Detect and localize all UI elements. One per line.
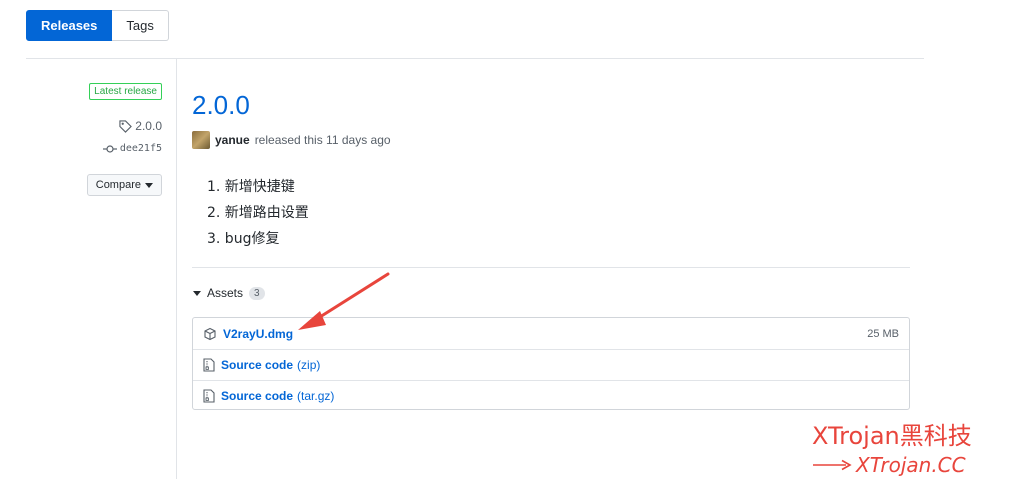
top-divider bbox=[26, 58, 924, 59]
release-tag-text: 2.0.0 bbox=[135, 119, 162, 133]
assets-label: Assets bbox=[207, 286, 244, 300]
asset-link[interactable]: V2rayU.dmg bbox=[223, 327, 293, 341]
tab-releases[interactable]: Releases bbox=[26, 10, 113, 41]
package-icon bbox=[204, 327, 216, 340]
asset-suffix: (tar.gz) bbox=[297, 389, 335, 403]
tab-tags[interactable]: Tags bbox=[112, 10, 169, 41]
release-note-item: 3. bug修复 bbox=[207, 231, 280, 247]
arrow-right-icon bbox=[813, 459, 852, 471]
chevron-down-icon bbox=[145, 182, 153, 188]
notes-divider bbox=[192, 267, 910, 268]
compare-button[interactable]: Compare bbox=[86, 174, 162, 196]
release-title[interactable]: 2.0.0 bbox=[192, 90, 250, 121]
assets-toggle[interactable]: Assets 3 bbox=[193, 286, 265, 300]
release-tag-link[interactable]: 2.0.0 bbox=[119, 119, 162, 133]
compare-label: Compare bbox=[95, 179, 141, 191]
author-link[interactable]: yanue bbox=[215, 133, 250, 147]
release-commit-text: dee21f5 bbox=[119, 143, 162, 154]
release-commit-link[interactable]: dee21f5 bbox=[102, 143, 162, 154]
watermark-url-line: XTrojan.CC bbox=[812, 453, 972, 477]
watermark-url: XTrojan.CC bbox=[856, 453, 966, 477]
commit-icon bbox=[102, 144, 117, 153]
watermark: XTrojan黑科技 XTrojan.CC bbox=[812, 416, 972, 477]
asset-suffix: (zip) bbox=[297, 358, 321, 372]
file-zip-icon bbox=[203, 389, 215, 403]
latest-release-badge: Latest release bbox=[89, 83, 162, 100]
asset-row[interactable]: Source code (zip) bbox=[193, 349, 909, 380]
annotation-arrow-icon bbox=[298, 272, 390, 330]
release-author-line: yanue released this 11 days ago bbox=[192, 131, 391, 149]
release-note-item: 1. 新增快捷键 bbox=[207, 179, 295, 195]
tag-icon bbox=[119, 119, 133, 133]
asset-size: 25 MB bbox=[867, 327, 899, 340]
release-notes: 1. 新增快捷键 2. 新增路由设置 3. bug修复 bbox=[207, 176, 309, 254]
asset-row[interactable]: Source code (tar.gz) bbox=[193, 380, 909, 411]
release-note-item: 2. 新增路由设置 bbox=[207, 205, 309, 221]
file-zip-icon bbox=[203, 358, 215, 372]
releases-tabnav: Releases Tags bbox=[26, 10, 169, 41]
caret-down-icon bbox=[193, 290, 201, 296]
sidebar-divider bbox=[176, 59, 177, 479]
released-text: released this 11 days ago bbox=[254, 133, 391, 147]
asset-link[interactable]: Source code bbox=[221, 358, 293, 372]
assets-count-badge: 3 bbox=[249, 286, 265, 300]
watermark-title: XTrojan黑科技 bbox=[812, 422, 972, 450]
avatar[interactable] bbox=[192, 131, 210, 149]
asset-link[interactable]: Source code bbox=[221, 389, 293, 403]
